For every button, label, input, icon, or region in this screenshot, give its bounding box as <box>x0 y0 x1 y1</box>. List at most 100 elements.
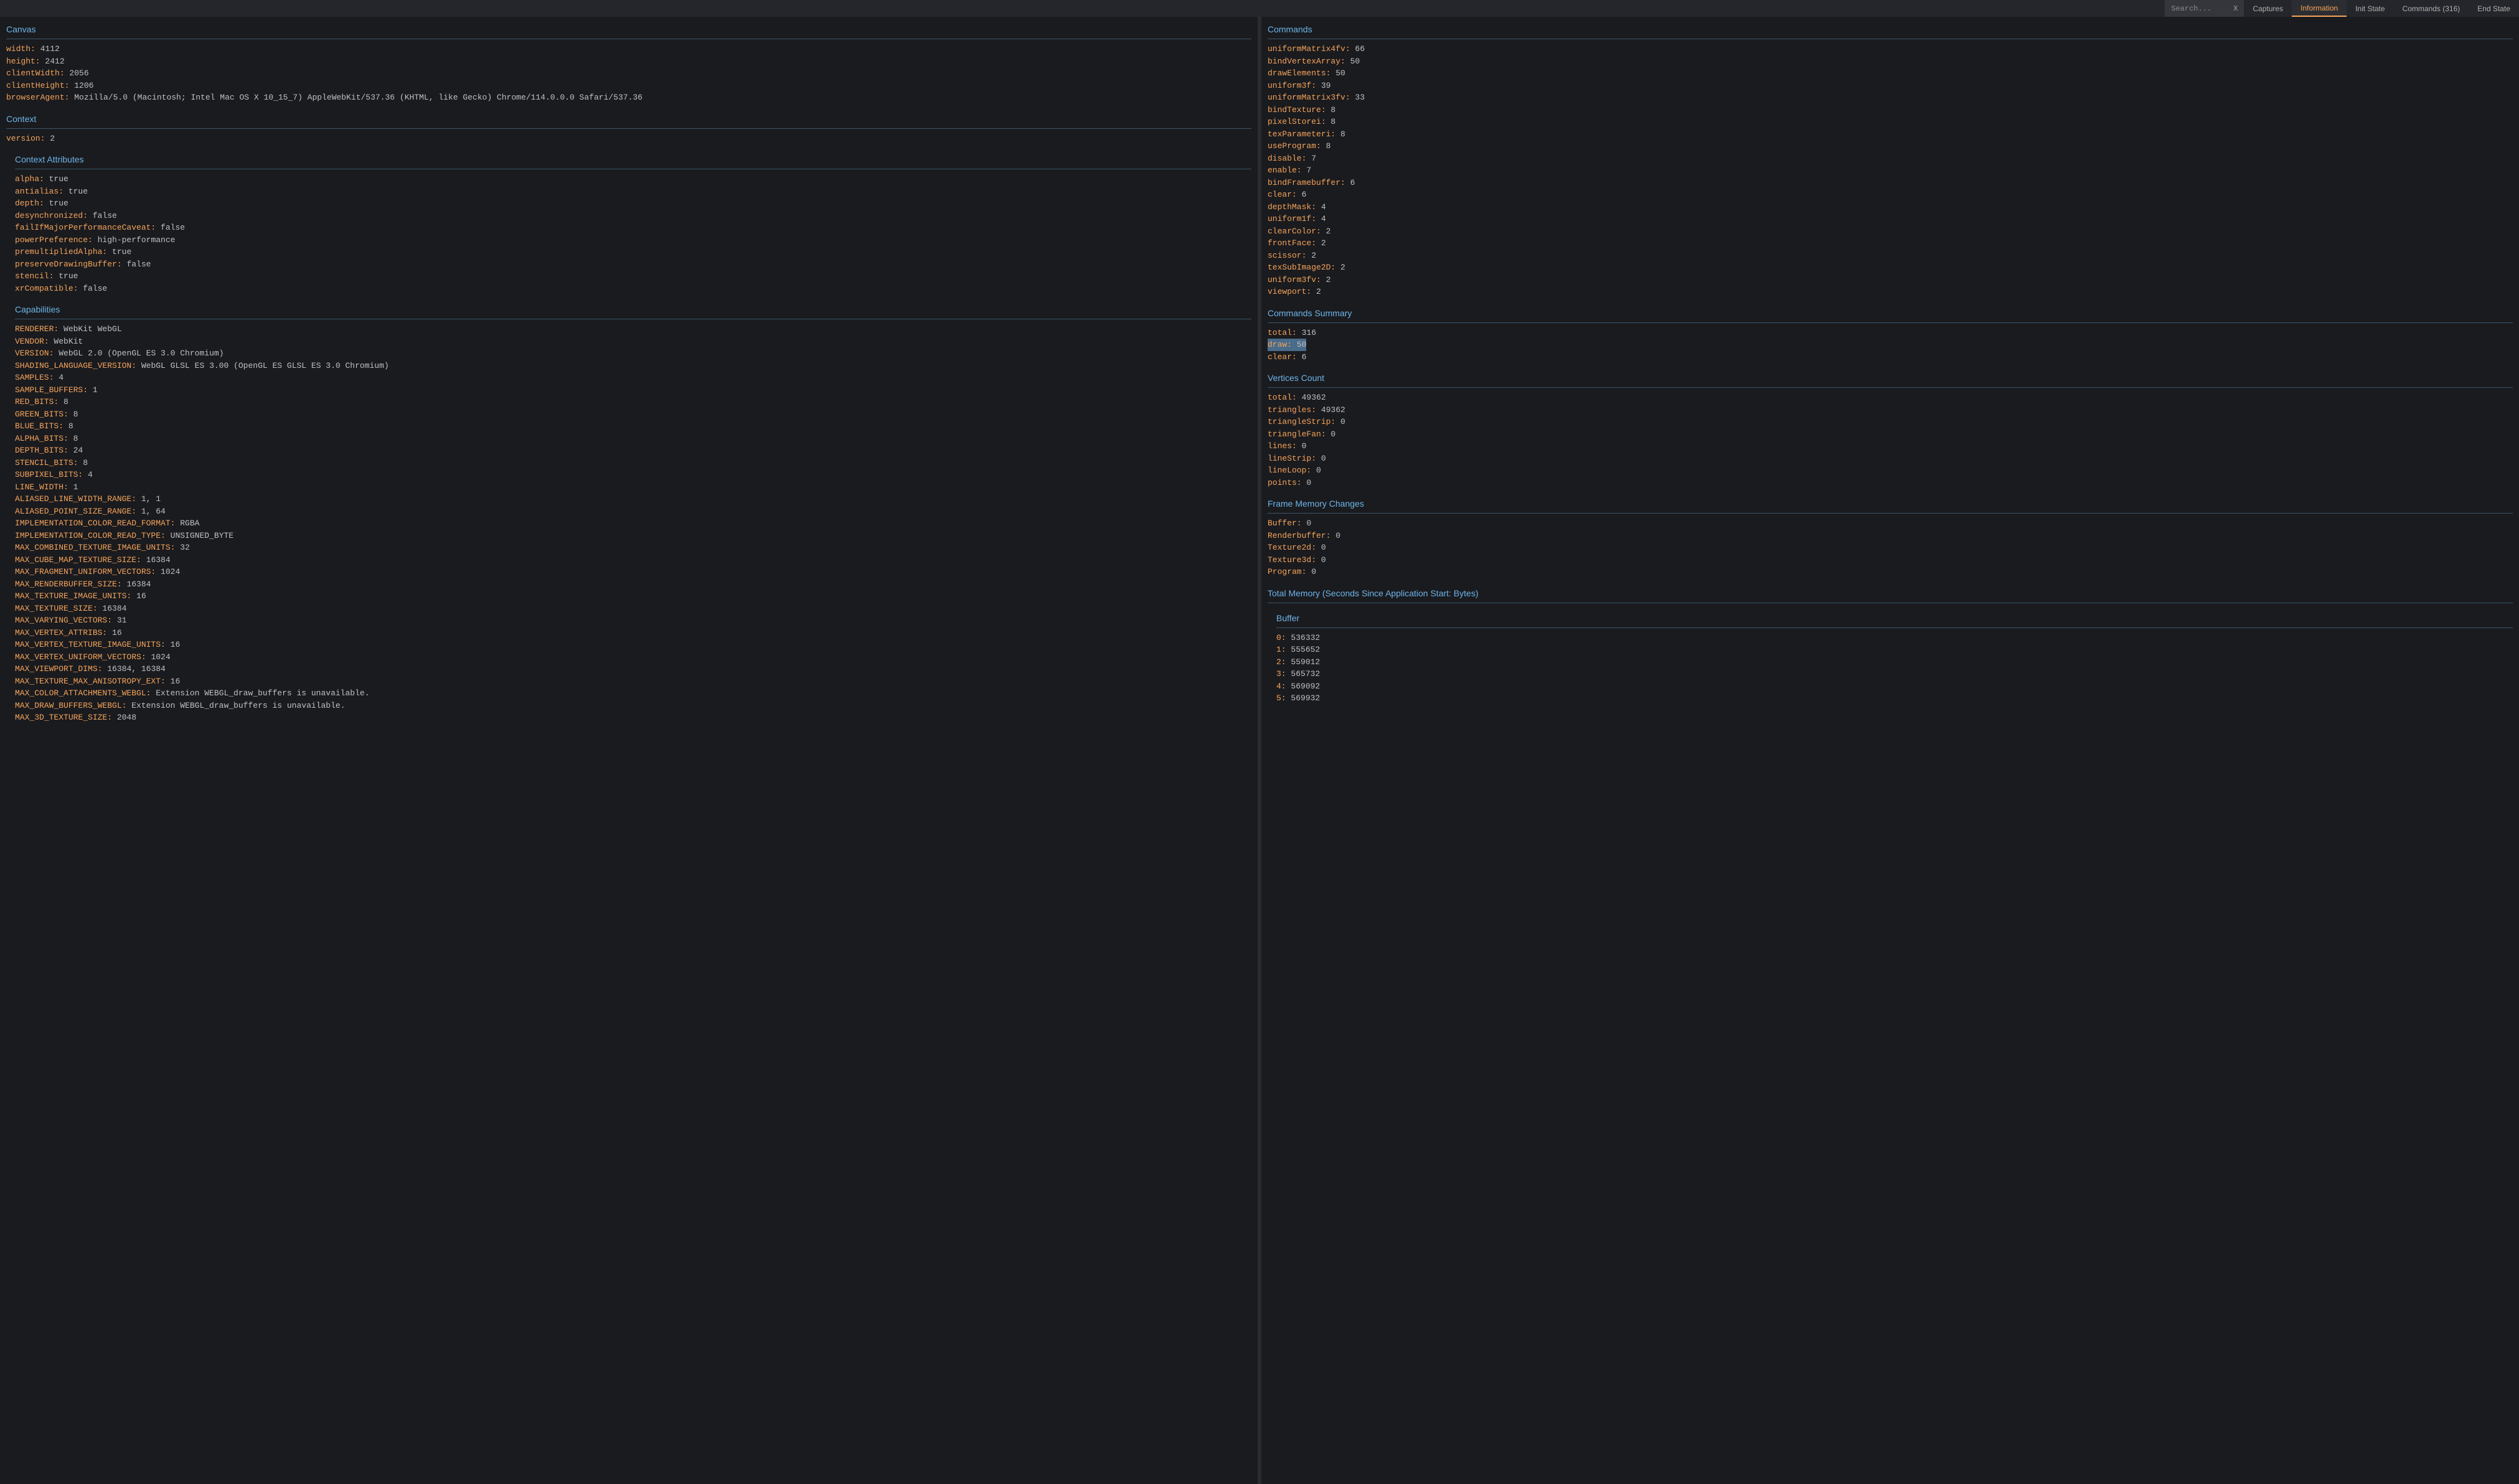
kv-row: lineLoop: 0 <box>1268 464 2513 477</box>
kv-row: lines: 0 <box>1268 440 2513 453</box>
kv-value: 8 <box>68 410 78 419</box>
topbar: X CapturesInformationInit StateCommands … <box>0 0 2519 17</box>
kv-value: 1024 <box>146 652 171 662</box>
section-title[interactable]: Vertices Count <box>1268 372 2513 388</box>
kv-key: clear: <box>1268 190 1297 199</box>
kv-key: uniform3fv: <box>1268 275 1321 284</box>
section-frame-memory-changes: Frame Memory ChangesBuffer: 0Renderbuffe… <box>1268 497 2513 578</box>
kv-key: Program: <box>1268 567 1306 576</box>
kv-key: MAX_TEXTURE_IMAGE_UNITS: <box>15 591 131 601</box>
kv-row: bindVertexArray: 50 <box>1268 55 2513 68</box>
kv-key: uniformMatrix4fv: <box>1268 44 1350 54</box>
left-pane[interactable]: Canvaswidth: 4112height: 2412clientWidth… <box>0 17 1261 1484</box>
kv-value: 569092 <box>1286 682 1321 691</box>
kv-value: 0 <box>1316 454 1326 463</box>
kv-value: Extension WEBGL_draw_buffers is unavaila… <box>151 688 369 698</box>
kv-key: bindTexture: <box>1268 105 1326 115</box>
kv-value: 8 <box>1326 105 1336 115</box>
kv-value: Extension WEBGL_draw_buffers is unavaila… <box>126 701 345 710</box>
kv-key: lines: <box>1268 441 1297 451</box>
kv-key: depth: <box>15 199 44 208</box>
kv-key: MAX_VARYING_VECTORS: <box>15 616 112 625</box>
kv-row: MAX_VERTEX_UNIFORM_VECTORS: 1024 <box>15 651 1251 664</box>
kv-value: 24 <box>68 446 83 455</box>
kv-row: premultipliedAlpha: true <box>15 246 1251 258</box>
section-title[interactable]: Frame Memory Changes <box>1268 497 2513 514</box>
kv-row: depthMask: 4 <box>1268 201 2513 214</box>
kv-value: UNSIGNED_BYTE <box>166 531 233 540</box>
section-title[interactable]: Context Attributes <box>15 153 1251 169</box>
kv-key: 5: <box>1276 693 1286 703</box>
search-input[interactable] <box>2165 0 2227 17</box>
kv-value: 4112 <box>35 44 60 54</box>
kv-key: SHADING_LANGUAGE_VERSION: <box>15 361 136 370</box>
section-title[interactable]: Canvas <box>6 23 1251 39</box>
kv-row: SHADING_LANGUAGE_VERSION: WebGL GLSL ES … <box>15 360 1251 372</box>
kv-row: MAX_VERTEX_ATTRIBS: 16 <box>15 627 1251 639</box>
kv-value: 2 <box>1306 251 1316 260</box>
kv-value: 1 <box>68 482 78 492</box>
kv-row: MAX_TEXTURE_IMAGE_UNITS: 16 <box>15 590 1251 603</box>
kv-row: MAX_DRAW_BUFFERS_WEBGL: Extension WEBGL_… <box>15 700 1251 712</box>
kv-key: alpha: <box>15 174 44 184</box>
kv-value: 0 <box>1316 543 1326 552</box>
kv-row: enable: 7 <box>1268 164 2513 177</box>
tab-end-state[interactable]: End State <box>2469 0 2519 17</box>
kv-value: 7 <box>1302 166 1312 175</box>
kv-value: 8 <box>64 421 73 431</box>
kv-key: MAX_VERTEX_UNIFORM_VECTORS: <box>15 652 146 662</box>
kv-value: 569932 <box>1286 693 1321 703</box>
kv-row: MAX_3D_TEXTURE_SIZE: 2048 <box>15 711 1251 724</box>
kv-value: 8 <box>59 397 68 406</box>
section-title[interactable]: Buffer <box>1276 612 2513 628</box>
kv-value: 8 <box>78 458 88 467</box>
kv-key: MAX_TEXTURE_MAX_ANISOTROPY_EXT: <box>15 677 166 686</box>
kv-key: pixelStorei: <box>1268 117 1326 126</box>
kv-key: clientWidth: <box>6 68 65 78</box>
kv-row: desynchronized: false <box>15 210 1251 222</box>
kv-value: 2412 <box>40 57 65 66</box>
kv-row: useProgram: 8 <box>1268 140 2513 153</box>
section-title[interactable]: Context <box>6 113 1251 129</box>
kv-key: IMPLEMENTATION_COLOR_READ_FORMAT: <box>15 519 175 528</box>
kv-row: pixelStorei: 8 <box>1268 116 2513 128</box>
kv-value: 1, 64 <box>136 507 166 516</box>
kv-value: true <box>107 247 131 256</box>
kv-key: browserAgent: <box>6 93 69 102</box>
section-title[interactable]: Capabilities <box>15 303 1251 319</box>
kv-list: total: 316draw: 50clear: 6 <box>1268 327 2513 364</box>
kv-row: VERSION: WebGL 2.0 (OpenGL ES 3.0 Chromi… <box>15 347 1251 360</box>
kv-row: SUBPIXEL_BITS: 4 <box>15 469 1251 481</box>
kv-value: 16 <box>166 677 180 686</box>
kv-key: lineLoop: <box>1268 466 1311 475</box>
kv-value: 8 <box>68 434 78 443</box>
kv-value: 16384 <box>98 604 127 613</box>
section-vertices-count: Vertices Count total: 49362triangles: 493… <box>1268 372 2513 489</box>
kv-row: VENDOR: WebKit <box>15 336 1251 348</box>
tab-commands-316-[interactable]: Commands (316) <box>2394 0 2469 17</box>
kv-list: 0: 5363321: 5556522: 5590123: 5657324: 5… <box>1276 632 2513 705</box>
kv-value: 2 <box>1311 287 1321 296</box>
kv-row: draw: 50 <box>1268 339 1306 351</box>
section-commands-summary: Commands Summarytotal: 316draw: 50clear:… <box>1268 307 2513 364</box>
section-title[interactable]: Total Memory (Seconds Since Application … <box>1268 587 2513 603</box>
tab-captures[interactable]: Captures <box>2244 0 2292 17</box>
kv-value: 316 <box>1297 328 1316 337</box>
kv-value: 16384, 16384 <box>102 664 165 674</box>
kv-value: WebKit WebGL <box>59 324 121 334</box>
tab-init-state[interactable]: Init State <box>2347 0 2393 17</box>
kv-value: true <box>64 187 88 196</box>
kv-row: 0: 536332 <box>1276 632 2513 644</box>
kv-row: SAMPLES: 4 <box>15 372 1251 384</box>
section-title[interactable]: Commands <box>1268 23 2513 39</box>
kv-value: 4 <box>1316 214 1326 223</box>
right-pane[interactable]: CommandsuniformMatrix4fv: 66bindVertexAr… <box>1261 17 2519 1484</box>
kv-list: total: 49362triangles: 49362triangleStri… <box>1268 392 2513 489</box>
search-clear-button[interactable]: X <box>2227 0 2244 17</box>
kv-value: 1 <box>88 385 98 395</box>
kv-key: frontFace: <box>1268 238 1316 248</box>
tab-information[interactable]: Information <box>2292 0 2347 17</box>
section-title[interactable]: Commands Summary <box>1268 307 2513 323</box>
kv-value: false <box>122 260 151 269</box>
kv-row: MAX_COLOR_ATTACHMENTS_WEBGL: Extension W… <box>15 687 1251 700</box>
